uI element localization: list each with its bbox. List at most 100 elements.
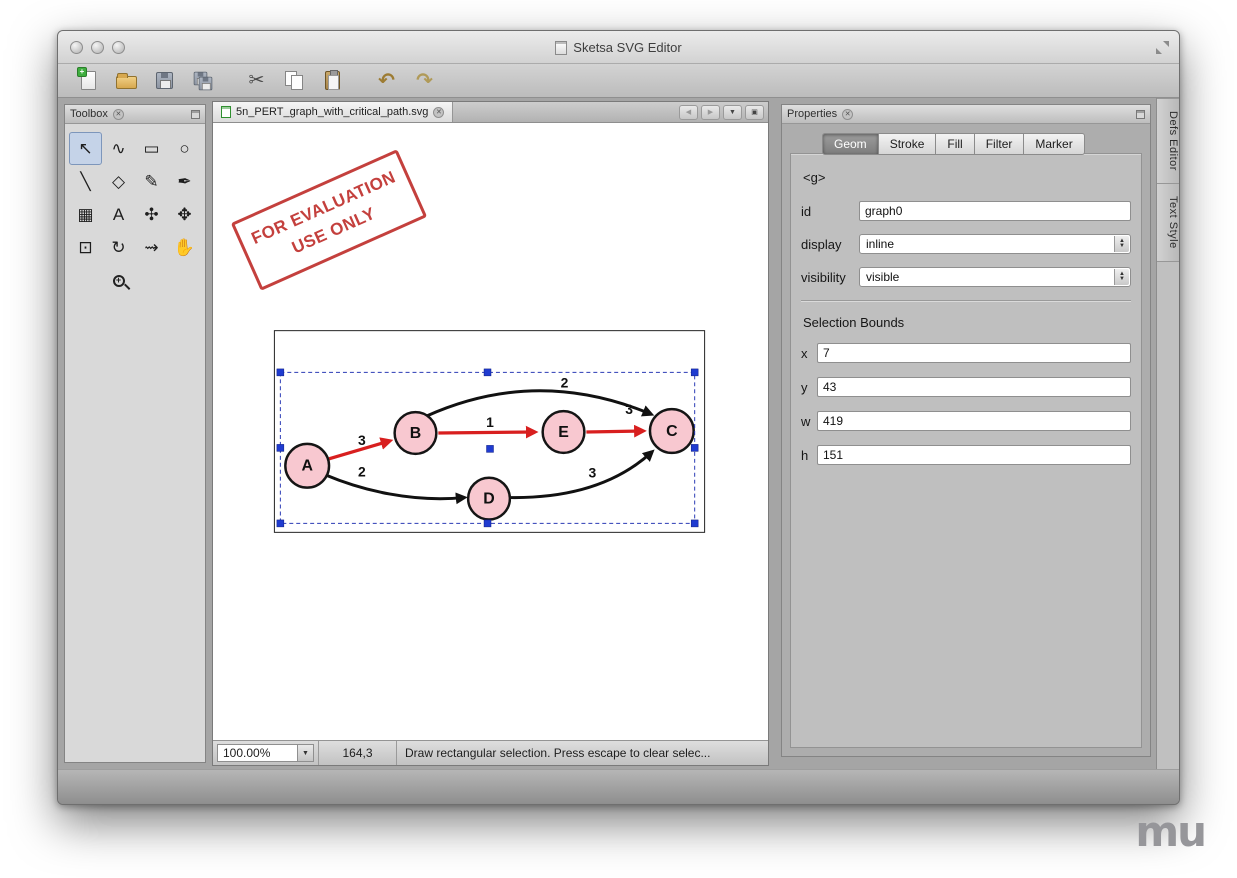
selection-handle-nw[interactable] bbox=[277, 369, 284, 376]
defs-editor-tab[interactable]: Defs Editor bbox=[1157, 98, 1179, 184]
minimize-window-button[interactable] bbox=[91, 41, 104, 54]
toolbox-close-icon[interactable]: ✕ bbox=[113, 109, 124, 120]
tool-text[interactable]: A bbox=[102, 198, 135, 231]
tab-filter[interactable]: Filter bbox=[975, 133, 1025, 155]
tab-list-button[interactable]: ▼ bbox=[723, 105, 742, 120]
copy-button[interactable] bbox=[278, 67, 311, 95]
save-all-button[interactable] bbox=[186, 67, 219, 95]
tool-rotate[interactable]: ↻ bbox=[102, 231, 135, 264]
tool-connector[interactable]: ⇝ bbox=[135, 231, 168, 264]
node-label-E: E bbox=[558, 424, 569, 441]
properties-panel: Properties ✕ Geom Stroke Fill Filter Mar… bbox=[781, 104, 1151, 757]
visibility-label: visibility bbox=[801, 270, 859, 285]
document-tab-bar: 5n_PERT_graph_with_critical_path.svg ✕ ◀… bbox=[213, 102, 768, 123]
traffic-lights bbox=[70, 41, 125, 54]
tool-ellipse[interactable]: ○ bbox=[168, 132, 201, 165]
undo-button[interactable]: ↶ bbox=[370, 67, 403, 95]
selection-handle-center[interactable] bbox=[487, 445, 494, 452]
open-file-button[interactable] bbox=[110, 67, 143, 95]
tab-scroll-left-button[interactable]: ◀ bbox=[679, 105, 698, 120]
edge-B-C[interactable] bbox=[426, 391, 651, 416]
window-title: Sketsa SVG Editor bbox=[573, 40, 681, 55]
toolbox-dock-icon[interactable] bbox=[191, 110, 200, 119]
tool-rectangle[interactable]: ▭ bbox=[135, 132, 168, 165]
selection-handle-s[interactable] bbox=[484, 520, 491, 527]
document-tab[interactable]: 5n_PERT_graph_with_critical_path.svg ✕ bbox=[213, 102, 453, 122]
tool-line[interactable]: ╲ bbox=[69, 165, 102, 198]
open-folder-icon bbox=[116, 76, 137, 89]
zoom-dropdown-icon[interactable]: ▼ bbox=[298, 744, 314, 762]
selection-bounds-title: Selection Bounds bbox=[803, 315, 1131, 330]
selection-handle-ne[interactable] bbox=[691, 369, 698, 376]
selection-handle-w[interactable] bbox=[277, 444, 284, 451]
tab-geom[interactable]: Geom bbox=[822, 133, 879, 155]
properties-dock-icon[interactable] bbox=[1136, 110, 1145, 119]
new-file-button[interactable]: + bbox=[72, 67, 105, 95]
edge-E-C[interactable] bbox=[586, 431, 643, 432]
pointer-coordinates: 164,3 bbox=[319, 741, 397, 765]
tool-pan[interactable]: ✋ bbox=[168, 231, 201, 264]
pencil-icon: ✎ bbox=[144, 173, 158, 190]
close-window-button[interactable] bbox=[70, 41, 83, 54]
bounds-x-input[interactable] bbox=[817, 343, 1131, 363]
zoom-value[interactable]: 100.00% bbox=[217, 744, 298, 762]
tool-polygon[interactable]: ◇ bbox=[102, 165, 135, 198]
selection-handle-e[interactable] bbox=[691, 444, 698, 451]
redo-icon: ↷ bbox=[416, 71, 433, 91]
display-select[interactable]: inline ▲▼ bbox=[859, 234, 1131, 254]
tool-pencil[interactable]: ✎ bbox=[135, 165, 168, 198]
document-tab-close-icon[interactable]: ✕ bbox=[433, 107, 444, 118]
redo-button[interactable]: ↷ bbox=[408, 67, 441, 95]
maximize-view-button[interactable]: ▣ bbox=[745, 105, 764, 120]
tab-stroke[interactable]: Stroke bbox=[879, 133, 937, 155]
cut-button[interactable]: ✂ bbox=[240, 67, 273, 95]
bounds-y-label: y bbox=[801, 380, 817, 395]
edge-B-E[interactable] bbox=[438, 432, 534, 433]
edge-label-E-C: 3 bbox=[625, 401, 633, 417]
status-bar: 100.00% ▼ 164,3 Draw rectangular selecti… bbox=[213, 740, 768, 765]
tab-marker[interactable]: Marker bbox=[1024, 133, 1084, 155]
new-file-icon: + bbox=[81, 71, 96, 90]
tool-move[interactable]: ✥ bbox=[168, 198, 201, 231]
text-style-tab[interactable]: Text Style bbox=[1157, 184, 1179, 262]
title-bar[interactable]: Sketsa SVG Editor bbox=[58, 31, 1179, 64]
tool-zoom[interactable] bbox=[102, 264, 135, 297]
pert-graph-svg[interactable]: 3 2 1 2 3 3 A B E C D bbox=[213, 123, 768, 740]
paste-button[interactable] bbox=[316, 67, 349, 95]
visibility-value: visible bbox=[866, 270, 899, 284]
fullscreen-icon[interactable] bbox=[1156, 41, 1169, 54]
tool-image[interactable]: ▦ bbox=[69, 198, 102, 231]
save-file-button[interactable] bbox=[148, 67, 181, 95]
save-all-icon bbox=[192, 70, 214, 92]
bounds-h-input[interactable] bbox=[817, 445, 1131, 465]
tool-select[interactable]: ↖ bbox=[69, 132, 102, 165]
text-icon: A bbox=[113, 206, 124, 223]
edge-label-D-C: 3 bbox=[588, 465, 596, 481]
tab-fill[interactable]: Fill bbox=[936, 133, 974, 155]
selection-handle-n[interactable] bbox=[484, 369, 491, 376]
zoom-combo[interactable]: 100.00% ▼ bbox=[213, 741, 319, 765]
selection-handle-se[interactable] bbox=[691, 520, 698, 527]
bounds-w-input[interactable] bbox=[817, 411, 1131, 431]
tool-edit-points[interactable]: ✣ bbox=[135, 198, 168, 231]
selection-handle-sw[interactable] bbox=[277, 520, 284, 527]
status-message: Draw rectangular selection. Press escape… bbox=[397, 746, 710, 760]
visibility-select[interactable]: visible ▲▼ bbox=[859, 267, 1131, 287]
polygon-icon: ◇ bbox=[112, 173, 125, 190]
macupdate-logo: mu bbox=[1135, 807, 1205, 856]
tool-transform[interactable]: ⊡ bbox=[69, 231, 102, 264]
drawing-canvas[interactable]: FOR EVALUATION USE ONLY bbox=[213, 123, 768, 740]
line-icon: ╲ bbox=[80, 173, 90, 190]
toolbox-panel: Toolbox ✕ ↖ ∿ ▭ ○ ╲ ◇ ✎ ✒ ▦ A ✣ ✥ ⊡ ↻ ⇝ … bbox=[64, 104, 206, 763]
bounds-y-input[interactable] bbox=[817, 377, 1131, 397]
app-icon bbox=[555, 41, 567, 55]
tab-scroll-right-button[interactable]: ▶ bbox=[701, 105, 720, 120]
zoom-window-button[interactable] bbox=[112, 41, 125, 54]
tool-pen[interactable]: ✒ bbox=[168, 165, 201, 198]
edge-A-D[interactable] bbox=[325, 475, 464, 499]
id-input[interactable] bbox=[859, 201, 1131, 221]
bounds-h-label: h bbox=[801, 448, 817, 463]
edge-D-C[interactable] bbox=[511, 452, 652, 498]
properties-close-icon[interactable]: ✕ bbox=[842, 109, 853, 120]
tool-lasso[interactable]: ∿ bbox=[102, 132, 135, 165]
